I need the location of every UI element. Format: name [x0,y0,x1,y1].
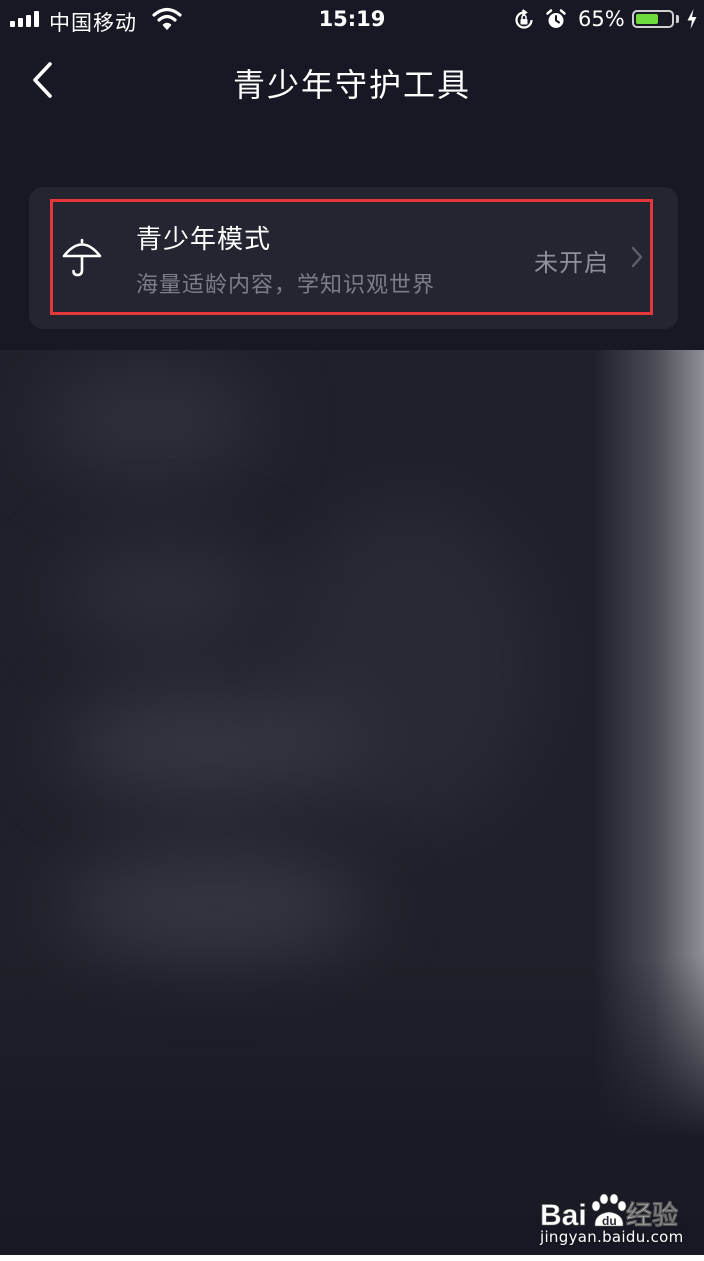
charging-icon [687,9,697,29]
blurred-block [60,850,370,960]
app-screen: 中国移动 15:19 65% 青少年守护工具 青少年模式 海量适龄内容，学知识观… [0,0,704,1261]
battery-nub [676,15,679,23]
blurred-content-area [0,350,704,1216]
blurred-block [40,360,260,480]
bottom-edge [0,1255,704,1261]
nav-bar: 青少年守护工具 [0,40,704,120]
blurred-block [280,500,540,830]
svg-text:du: du [602,1214,617,1228]
battery-percent: 65% [578,7,625,31]
status-bar: 中国移动 15:19 65% [0,0,704,40]
blurred-block [60,540,270,650]
page-title: 青少年守护工具 [232,66,471,104]
alarm-icon [546,9,566,28]
battery-level-fill [636,14,658,24]
rotation-lock-icon [515,9,533,29]
highlight-box [50,199,653,315]
baidu-jingyan-logo: Bai du 经验 [540,1193,678,1232]
watermark-url: jingyan.baidu.com [540,1228,684,1246]
blurred-fade [0,956,704,1216]
battery-icon [632,10,674,28]
svg-text:经验: 经验 [626,1200,678,1231]
